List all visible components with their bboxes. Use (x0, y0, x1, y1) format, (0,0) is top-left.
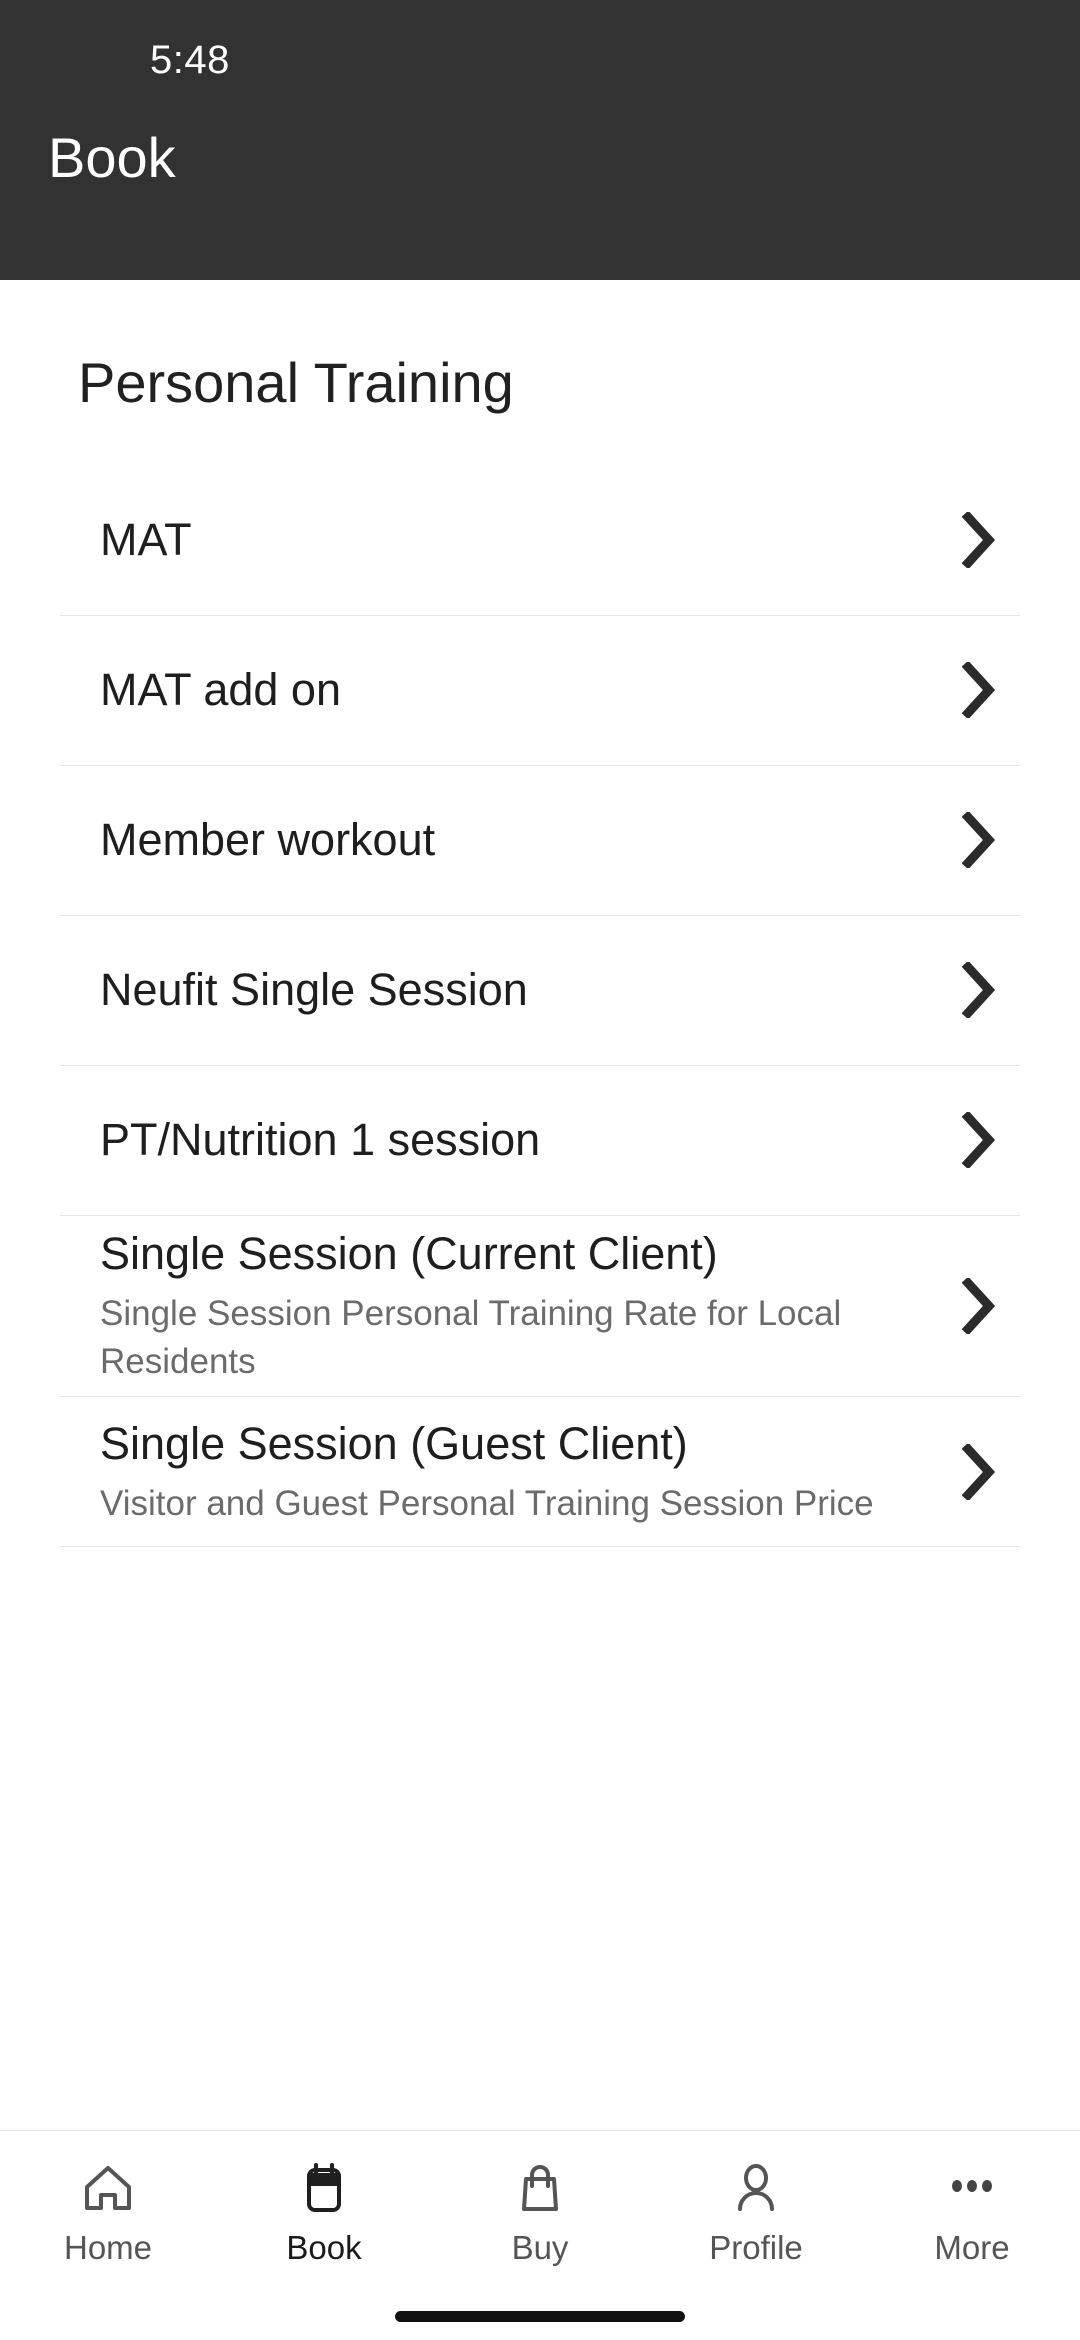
calendar-icon (295, 2157, 353, 2219)
chevron-right-icon[interactable] (956, 1278, 1002, 1335)
nav-label-more: More (934, 2229, 1010, 2266)
chevron-right-icon[interactable] (956, 662, 1002, 719)
list-item[interactable]: Member workout (60, 765, 1020, 916)
home-icon (79, 2157, 137, 2219)
list-item-title: MAT (100, 513, 192, 565)
service-list: MAT MAT add on Member workout Neufit Sin… (0, 465, 1080, 1548)
list-item-title: Single Session (Guest Client) (100, 1417, 688, 1469)
app-bar: 5:48 Book (0, 0, 1080, 280)
home-indicator[interactable] (395, 2311, 685, 2322)
nav-item-home[interactable]: Home (0, 2157, 216, 2264)
list-item-subtitle: Visitor and Guest Personal Training Sess… (100, 1483, 874, 1523)
nav-item-profile[interactable]: Profile (648, 2157, 864, 2264)
list-item-texts: PT/Nutrition 1 session (100, 1112, 956, 1168)
list-item[interactable]: Single Session (Guest Client) Visitor an… (60, 1397, 1020, 1548)
shopping-bag-icon (511, 2157, 569, 2219)
nav-item-more[interactable]: More (864, 2157, 1080, 2264)
list-item[interactable]: MAT add on (60, 615, 1020, 766)
list-item[interactable]: PT/Nutrition 1 session (60, 1065, 1020, 1216)
list-item[interactable]: MAT (60, 465, 1020, 616)
app-bar-title: Book (48, 126, 176, 189)
list-item[interactable]: Neufit Single Session (60, 915, 1020, 1066)
nav-item-book[interactable]: Book (216, 2157, 432, 2264)
list-item-subtitle: Single Session Personal Training Rate fo… (100, 1293, 842, 1382)
list-item-texts: Member workout (100, 812, 956, 868)
chevron-right-icon[interactable] (956, 812, 1002, 869)
list-item-title: Single Session (Current Client) (100, 1227, 718, 1279)
list-item-texts: MAT add on (100, 662, 956, 718)
chevron-right-icon[interactable] (956, 1443, 1002, 1500)
nav-item-buy[interactable]: Buy (432, 2157, 648, 2264)
list-item-texts: Single Session (Current Client) Single S… (100, 1226, 956, 1387)
ellipsis-icon (943, 2157, 1001, 2219)
list-item-title: PT/Nutrition 1 session (100, 1113, 541, 1165)
status-bar: 5:48 (0, 0, 1080, 120)
list-item-texts: Neufit Single Session (100, 962, 956, 1018)
nav-label-profile: Profile (709, 2229, 803, 2266)
nav-label-book: Book (286, 2229, 362, 2266)
list-item-title: Member workout (100, 813, 436, 865)
app-screen: 5:48 Book Personal Training MAT MAT add … (0, 0, 1080, 2340)
list-item-title: MAT add on (100, 663, 341, 715)
status-bar-clock: 5:48 (150, 37, 230, 82)
nav-label-home: Home (63, 2229, 153, 2266)
page-title: Personal Training (78, 351, 514, 414)
chevron-right-icon[interactable] (956, 512, 1002, 569)
app-bar-title-row: Book (0, 120, 1080, 280)
nav-label-buy: Buy (511, 2229, 569, 2266)
chevron-right-icon[interactable] (956, 1112, 1002, 1169)
list-item-title: Neufit Single Session (100, 963, 528, 1015)
bottom-navigation-bar: Home Book Buy Profile More (0, 2130, 1080, 2340)
list-item-texts: Single Session (Guest Client) Visitor an… (100, 1416, 956, 1529)
content-area: Personal Training MAT MAT add on Member … (0, 280, 1080, 2130)
person-icon (727, 2157, 785, 2219)
chevron-right-icon[interactable] (956, 962, 1002, 1019)
list-item[interactable]: Single Session (Current Client) Single S… (60, 1215, 1020, 1398)
list-item-texts: MAT (100, 512, 956, 568)
